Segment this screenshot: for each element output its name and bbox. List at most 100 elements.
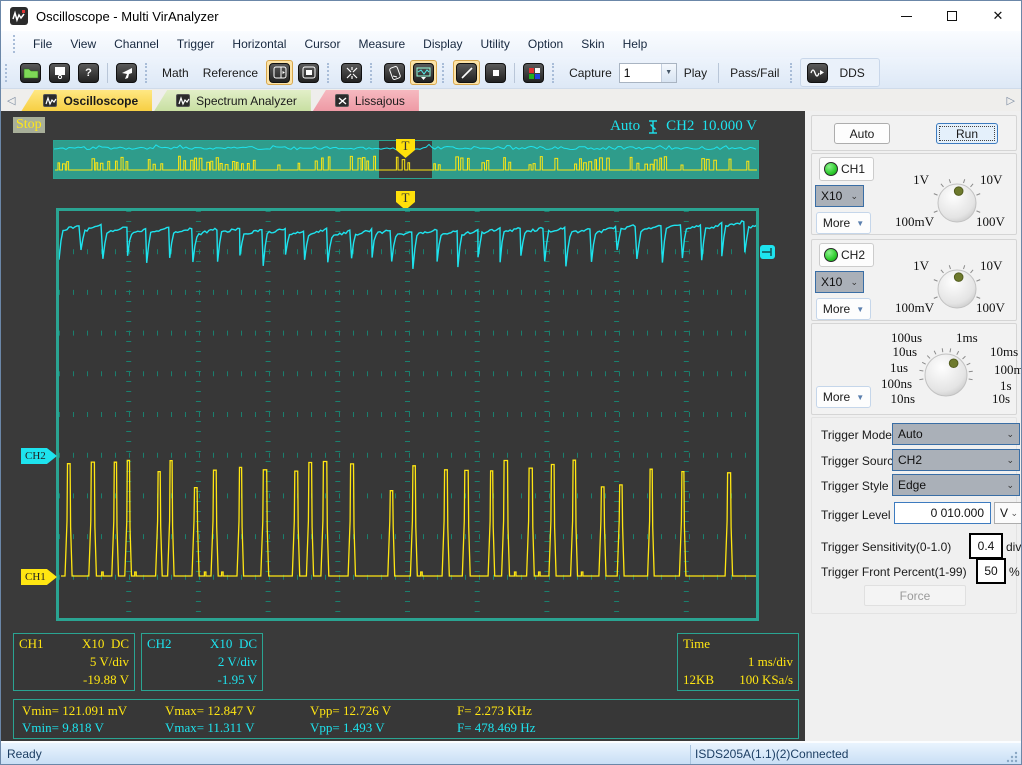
chevron-down-icon: ▼ [660, 63, 676, 82]
help-button[interactable]: ? [75, 60, 102, 85]
play-button[interactable]: Play [677, 63, 714, 83]
spectrum-tab-icon [176, 94, 191, 107]
line-draw-button[interactable] [453, 60, 481, 85]
time-label-10us: 10us [892, 344, 917, 359]
maximize-button[interactable] [929, 1, 975, 31]
side-panel-toggle-button[interactable] [266, 60, 294, 85]
auto-button[interactable]: Auto [834, 123, 890, 144]
autoset-button[interactable] [338, 60, 365, 85]
trigger-group: Trigger Mode Auto ⌄ Trigger Source CH2 ⌄ T… [811, 417, 1021, 614]
timebase-group: 100us 1ms 10us 10ms 1us 100ms 100ns 1s 1… [811, 323, 1021, 415]
ch2-position-marker[interactable]: CH2 [21, 448, 57, 464]
color-settings-button[interactable] [520, 60, 547, 85]
ch2-group: CH2 X10 ⌄ More ▼ 1V 10V 100mV 100V [811, 239, 1017, 321]
time-label-10s: 10s [992, 391, 1011, 406]
trigger-level-readout: 10.000 V [701, 118, 757, 134]
ch1-knob-label-1v: 1V [913, 172, 929, 187]
ch1-volts-knob[interactable] [929, 176, 985, 230]
ch1-enable-button[interactable]: CH1 [819, 157, 874, 181]
lissajous-tab-icon [334, 94, 349, 107]
time-label-100ms: 100ms [994, 362, 1021, 377]
capture-select[interactable]: 1 ▼ [618, 62, 677, 83]
trigger-level-marker[interactable] [760, 245, 775, 259]
trigger-mode-label: Trigger Mode [821, 428, 892, 442]
menu-cursor[interactable]: Cursor [295, 33, 349, 55]
tab-spectrum-analyzer[interactable]: Spectrum Analyzer [154, 90, 311, 111]
trigger-level-input[interactable]: 0 010.000 [894, 502, 991, 524]
device-button[interactable] [381, 60, 408, 85]
ch2-volts-knob[interactable] [929, 262, 985, 316]
menu-display[interactable]: Display [414, 33, 471, 55]
ch1-probe-select[interactable]: X10 ⌄ [815, 185, 864, 207]
time-label-10ns: 10ns [890, 391, 915, 406]
trigger-source-readout: CH2 [666, 118, 695, 134]
waveform-display[interactable] [56, 208, 787, 621]
trigger-edge-icon [649, 119, 658, 134]
menu-grip [13, 35, 16, 53]
menu-view[interactable]: View [61, 33, 105, 55]
trigger-style-select[interactable]: Edge ⌄ [892, 474, 1020, 496]
passfail-button[interactable]: Pass/Fail [723, 63, 786, 83]
time-more-button[interactable]: More ▼ [816, 386, 871, 408]
chevron-down-icon: ⌄ [1010, 507, 1018, 518]
ch1-position-marker[interactable]: CH1 [21, 569, 57, 585]
tab-scroll-right-icon[interactable]: ▷ [1001, 94, 1021, 111]
run-button[interactable]: Run [936, 123, 998, 144]
open-file-button[interactable] [17, 60, 44, 85]
square-in-square-icon [298, 62, 320, 83]
tab-scroll-left-icon[interactable]: ◁ [1, 94, 21, 111]
reference-button[interactable]: Reference [196, 63, 265, 83]
wave-screen-icon [413, 62, 435, 83]
menu-measure[interactable]: Measure [349, 33, 414, 55]
trigger-front-input[interactable]: 50 [976, 558, 1006, 584]
ch2-more-button[interactable]: More ▼ [816, 298, 871, 320]
menu-horizontal[interactable]: Horizontal [223, 33, 295, 55]
compress-arrows-icon [341, 62, 363, 83]
dds-icon [807, 62, 829, 83]
ch1-info-box: CH1 X10 DC 5 V/div -19.88 V [13, 633, 135, 691]
arrow-tool-icon [116, 62, 137, 83]
square-icon [485, 62, 507, 83]
folder-icon [20, 62, 41, 83]
menu-help[interactable]: Help [614, 33, 657, 55]
panel-icon [269, 62, 291, 83]
force-button[interactable]: Force [864, 585, 966, 606]
menu-trigger[interactable]: Trigger [168, 33, 224, 55]
menu-skin[interactable]: Skin [572, 33, 613, 55]
full-display-button[interactable] [295, 60, 322, 85]
ch2-led-icon [824, 248, 838, 262]
menu-channel[interactable]: Channel [105, 33, 168, 55]
timebase-knob[interactable] [916, 346, 976, 404]
ch2-enable-button[interactable]: CH2 [819, 243, 874, 267]
dds-button[interactable]: DDS [800, 58, 880, 87]
ch1-more-button[interactable]: More ▼ [816, 212, 871, 234]
ch2-info-box: CH2 X10 DC 2 V/div -1.95 V [141, 633, 263, 691]
trigger-level-unit-select[interactable]: V ⌄ [994, 502, 1021, 524]
trigger-mode-select[interactable]: Auto ⌄ [892, 423, 1020, 445]
waveform-display-button[interactable] [410, 60, 438, 85]
ch2-probe-select[interactable]: X10 ⌄ [815, 271, 864, 293]
minimize-button[interactable] [883, 1, 929, 31]
time-info-box: Time 1 ms/div 12KB 100 KSa/s [677, 633, 799, 691]
tab-lissajous[interactable]: Lissajous [312, 90, 419, 111]
trigger-sensitivity-unit: div [1006, 540, 1022, 554]
menu-file[interactable]: File [24, 33, 61, 55]
color-squares-icon [523, 62, 545, 83]
menu-utility[interactable]: Utility [472, 33, 519, 55]
menu-bar: File View Channel Trigger Horizontal Cursor Me… [1, 31, 1021, 57]
trigger-style-label: Trigger Style [821, 479, 889, 493]
ch2-knob-label-1v: 1V [913, 258, 929, 273]
pointer-tool-button[interactable] [113, 60, 140, 85]
trigger-sensitivity-input[interactable]: 0.4 [969, 533, 1003, 559]
save-button[interactable] [46, 60, 73, 85]
tab-oscilloscope[interactable]: Oscilloscope [21, 90, 153, 111]
trigger-source-select[interactable]: CH2 ⌄ [892, 449, 1020, 471]
close-button[interactable]: ✕ [975, 1, 1021, 31]
resize-grip[interactable] [1005, 750, 1019, 764]
toolbar-grip [5, 63, 8, 82]
math-button[interactable]: Math [155, 63, 196, 83]
dot-draw-button[interactable] [482, 60, 509, 85]
line-icon [456, 62, 478, 83]
menu-option[interactable]: Option [519, 33, 572, 55]
question-icon: ? [78, 62, 99, 83]
